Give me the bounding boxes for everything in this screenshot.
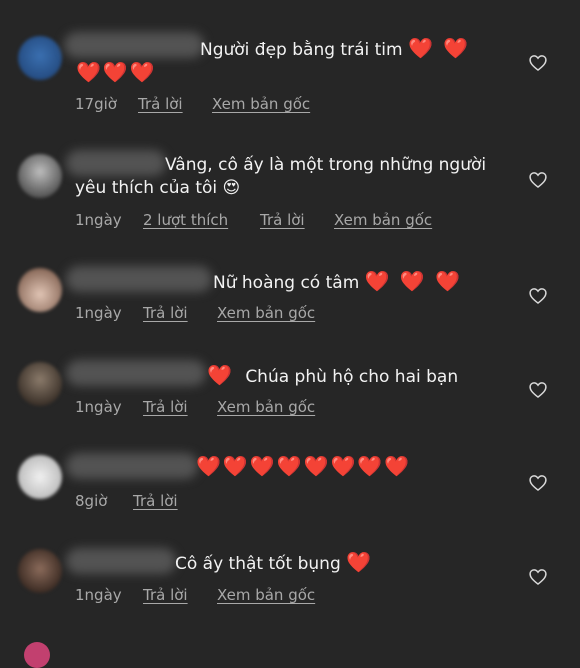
comment-meta: 8giờ Trả lời [75,492,178,510]
comment-time: 1ngày [75,586,122,604]
view-original-button[interactable]: Xem bản gốc [212,95,310,113]
avatar[interactable] [18,362,62,406]
heart-emoji-line: ❤️❤️❤️❤️❤️❤️❤️❤️ [196,454,412,478]
username-blurred[interactable] [66,266,212,292]
heart-outline-icon[interactable] [528,170,548,190]
comment-meta: 17giờ Trả lời Xem bản gốc [75,95,310,113]
heart-outline-icon[interactable] [528,567,548,587]
reply-button[interactable]: Trả lời [143,304,217,322]
avatar[interactable] [18,455,62,499]
heart-emoji: ❤️ [346,550,374,574]
view-original-button[interactable]: Xem bản gốc [217,304,315,322]
reply-button[interactable]: Trả lời [143,586,217,604]
comment-meta: 1ngày Trả lời Xem bản gốc [75,398,315,416]
reply-button[interactable]: Trả lời [138,95,212,113]
likes-count-link[interactable]: 2 lượt thích [143,211,260,229]
avatar[interactable] [18,549,62,593]
view-original-button[interactable]: Xem bản gốc [217,398,315,416]
comment-text: Người đẹp bằng trái tim ❤️ ❤️ [200,36,470,62]
comment-time: 1ngày [75,304,122,322]
heart-emoji-line: ❤️❤️❤️ [76,60,157,84]
view-original-button[interactable]: Xem bản gốc [217,586,315,604]
view-original-button[interactable]: Xem bản gốc [334,211,432,229]
username-blurred[interactable] [66,548,176,574]
comment-meta: 1ngày Trả lời Xem bản gốc [75,586,315,604]
comment-meta: 1ngày 2 lượt thích Trả lời Xem bản gốc [75,211,432,229]
username-blurred[interactable] [66,150,166,176]
comment-time: 8giờ [75,492,108,510]
username-blurred[interactable] [66,453,198,479]
reply-button[interactable]: Trả lời [133,492,178,510]
reply-button[interactable]: Trả lời [143,398,217,416]
heart-outline-icon[interactable] [528,473,548,493]
avatar[interactable] [18,154,62,198]
username-blurred[interactable] [66,360,206,386]
comment-text: yêu thích của tôi 😍 [75,176,240,200]
avatar[interactable] [24,642,50,668]
comment-text: Vâng, cô ấy là một trong những người [165,153,486,177]
comment-text-body: Cô ấy thật tốt bụng [175,554,341,574]
heart-emoji: ❤️ ❤️ [408,36,471,60]
heart-eyes-emoji: 😍 [222,178,241,198]
avatar[interactable] [18,36,62,80]
comment-meta: 1ngày Trả lời Xem bản gốc [75,304,315,322]
comment-time: 1ngày [75,398,122,416]
comment-text: ❤️ Chúa phù hộ cho hai bạn [207,363,458,389]
heart-emoji: ❤️ [207,363,234,387]
heart-outline-icon[interactable] [528,286,548,306]
comment-text-line1: Vâng, cô ấy là một trong những người [165,155,487,175]
comment-text-line2: yêu thích của tôi [75,178,218,198]
comment-text: Cô ấy thật tốt bụng ❤️ [175,550,373,576]
comment-text-body: Nữ hoàng có tâm [213,273,360,293]
comment-time: 1ngày [75,211,122,229]
comment-text-body: Chúa phù hộ cho hai bạn [245,367,459,387]
comment-text-body: Người đẹp bằng trái tim [200,40,403,60]
heart-emoji: ❤️ ❤️ ❤️ [364,269,463,293]
reply-button[interactable]: Trả lời [260,211,334,229]
avatar[interactable] [18,268,62,312]
heart-outline-icon[interactable] [528,53,548,73]
heart-outline-icon[interactable] [528,380,548,400]
username-blurred[interactable] [64,32,204,58]
comment-time: 17giờ [75,95,117,113]
comment-text: Nữ hoàng có tâm ❤️ ❤️ ❤️ [213,269,462,295]
